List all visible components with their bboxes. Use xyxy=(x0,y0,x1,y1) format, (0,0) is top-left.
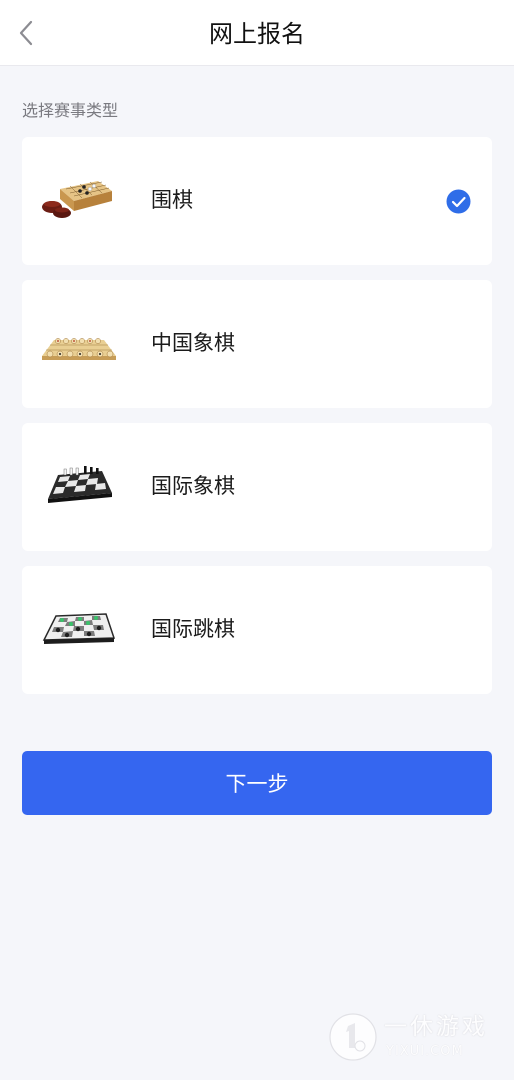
option-card-go[interactable]: 围棋 xyxy=(22,137,492,265)
registration-page: 网上报名 选择赛事类型 围棋 中国象棋 国际象棋 国际跳棋 下一步 一休游戏 Y… xyxy=(0,0,514,1080)
check-circle-icon xyxy=(446,189,471,214)
next-step-button[interactable]: 下一步 xyxy=(22,751,492,815)
section-label: 选择赛事类型 xyxy=(22,101,119,120)
watermark-name: 一休游戏 xyxy=(384,1014,488,1040)
option-card-draughts[interactable]: 国际跳棋 xyxy=(22,566,492,694)
option-card-chess[interactable]: 国际象棋 xyxy=(22,423,492,551)
option-label-xiangqi: 中国象棋 xyxy=(151,331,235,355)
option-card-xiangqi[interactable]: 中国象棋 xyxy=(22,280,492,408)
option-label-go: 围棋 xyxy=(151,188,193,212)
option-label-chess: 国际象棋 xyxy=(151,474,235,498)
watermark-logo-icon xyxy=(329,1013,377,1061)
chess-board-image xyxy=(48,466,112,503)
go-board-image xyxy=(42,181,112,218)
watermark: 一休游戏 YIXUI.COM xyxy=(328,1010,500,1066)
xiangqi-board-image xyxy=(42,338,116,360)
page-title: 网上报名 xyxy=(209,20,305,48)
watermark-domain: YIXUI.COM xyxy=(386,1044,464,1059)
nav-bar: 网上报名 xyxy=(0,0,514,66)
draughts-board-image xyxy=(42,613,116,644)
option-label-draughts: 国际跳棋 xyxy=(151,617,235,641)
